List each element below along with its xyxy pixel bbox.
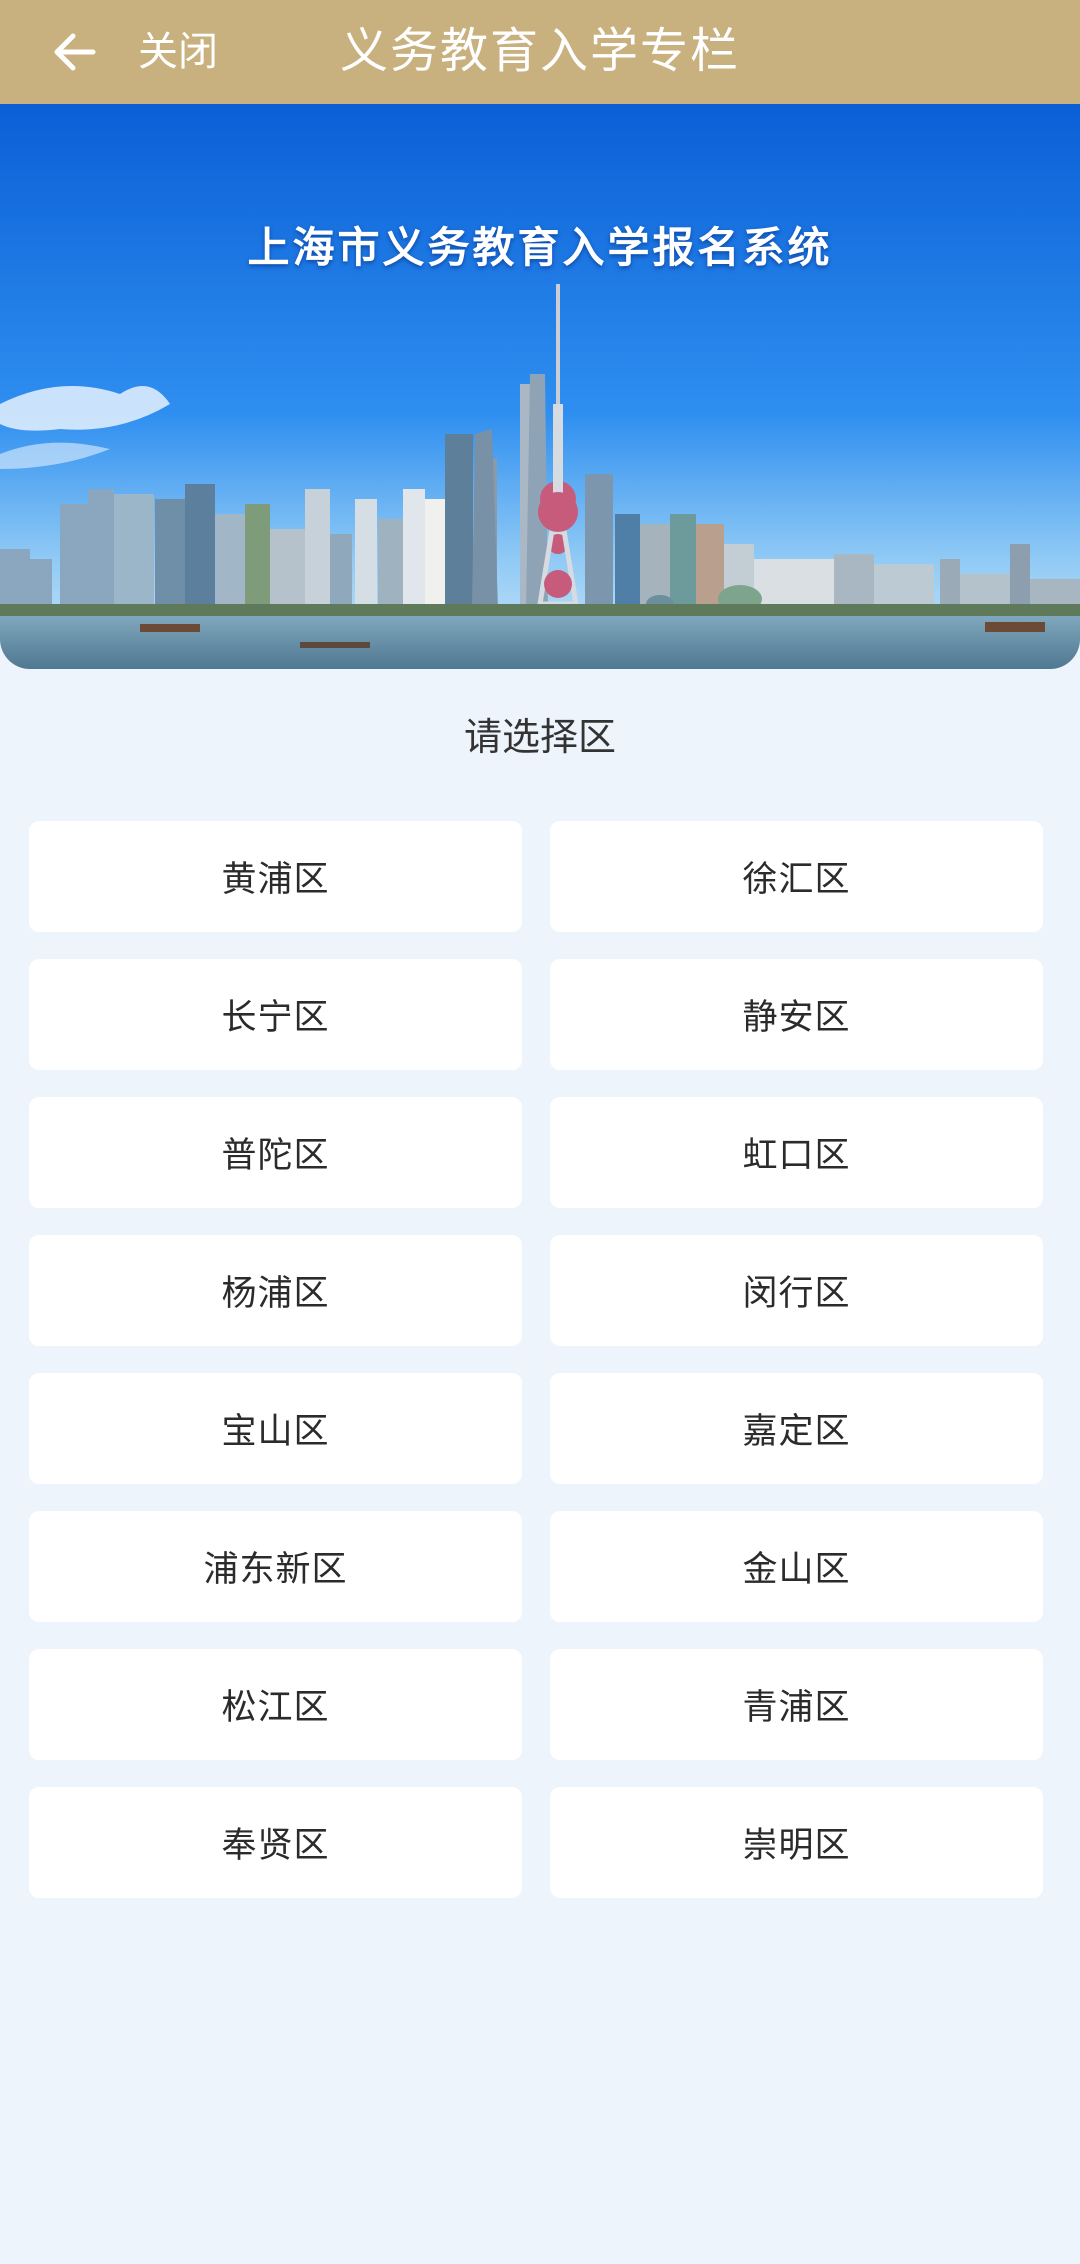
district-button-minhang[interactable]: 闵行区	[550, 1235, 1043, 1346]
back-button[interactable]	[50, 22, 98, 82]
district-button-changning[interactable]: 长宁区	[29, 959, 522, 1070]
banner-image: 上海市义务教育入学报名系统	[0, 104, 1080, 669]
shanghai-skyline-image	[0, 104, 1080, 669]
close-button[interactable]: 关闭	[138, 26, 218, 78]
district-button-chongming[interactable]: 崇明区	[550, 1787, 1043, 1898]
district-button-hongkou[interactable]: 虹口区	[550, 1097, 1043, 1208]
district-button-qingpu[interactable]: 青浦区	[550, 1649, 1043, 1760]
district-grid: 黄浦区 徐汇区 长宁区 静安区 普陀区 虹口区 杨浦区 闵行区 宝山区 嘉定区 …	[29, 821, 1043, 1898]
district-button-songjiang[interactable]: 松江区	[29, 1649, 522, 1760]
arrow-left-icon	[54, 33, 96, 71]
district-button-yangpu[interactable]: 杨浦区	[29, 1235, 522, 1346]
district-button-putuo[interactable]: 普陀区	[29, 1097, 522, 1208]
district-button-jiading[interactable]: 嘉定区	[550, 1373, 1043, 1484]
banner-title: 上海市义务教育入学报名系统	[247, 223, 833, 272]
district-button-jinshan[interactable]: 金山区	[550, 1511, 1043, 1622]
district-button-huangpu[interactable]: 黄浦区	[29, 821, 522, 932]
district-prompt: 请选择区	[463, 715, 616, 759]
district-button-xuhui[interactable]: 徐汇区	[550, 821, 1043, 932]
district-button-fengxian[interactable]: 奉贤区	[29, 1787, 522, 1898]
page-title: 义务教育入学专栏	[339, 23, 740, 79]
district-button-jingan[interactable]: 静安区	[550, 959, 1043, 1070]
district-button-pudong[interactable]: 浦东新区	[29, 1511, 522, 1622]
header-bar: 关闭 义务教育入学专栏	[0, 0, 1080, 104]
district-button-baoshan[interactable]: 宝山区	[29, 1373, 522, 1484]
